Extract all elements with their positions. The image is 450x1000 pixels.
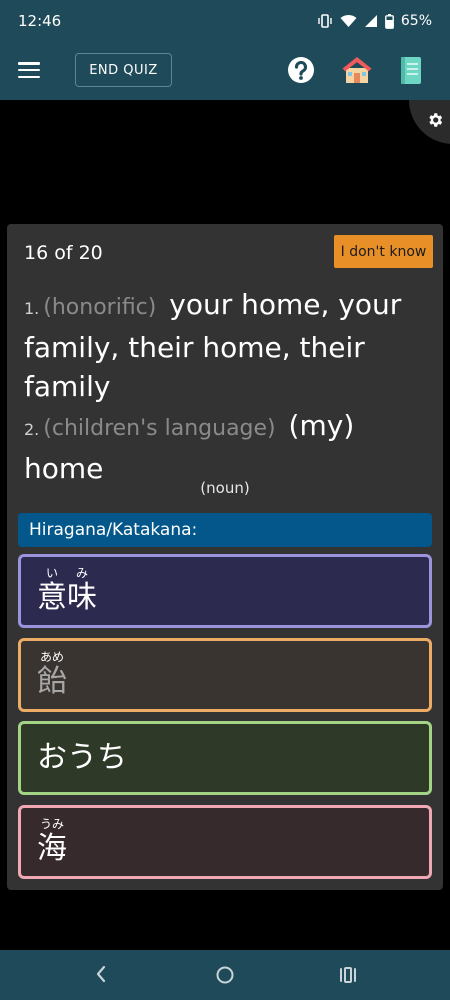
- definition-number: 1.: [24, 299, 40, 318]
- part-of-speech: (noun): [200, 479, 250, 497]
- status-bar: 12:46 65%: [0, 0, 450, 42]
- menu-icon[interactable]: [18, 62, 40, 78]
- wifi-icon: [340, 14, 357, 28]
- answer-option-1[interactable]: い意 み味: [18, 554, 432, 628]
- kanji: 味: [67, 580, 97, 615]
- home-circle-icon[interactable]: [215, 965, 235, 989]
- system-nav-bar: [0, 950, 450, 1000]
- definition-note: (children's language): [43, 416, 276, 441]
- answer-word: おうち: [37, 740, 127, 775]
- kanji: 海: [37, 831, 67, 866]
- question-counter: 16 of 20: [24, 242, 103, 264]
- furigana: み: [75, 566, 88, 580]
- home-icon[interactable]: [340, 55, 374, 89]
- definitions: 1. (honorific) your home, your family, th…: [24, 285, 429, 488]
- end-quiz-button[interactable]: END QUIZ: [75, 53, 172, 87]
- app-bar: END QUIZ: [0, 42, 450, 100]
- furigana: い: [45, 566, 58, 580]
- notebook-icon[interactable]: [401, 57, 421, 88]
- gear-icon: [429, 113, 443, 127]
- answer-option-4[interactable]: うみ海: [18, 805, 432, 879]
- help-icon[interactable]: [287, 56, 315, 88]
- battery-icon: [384, 13, 394, 29]
- status-icons: 65%: [317, 13, 432, 29]
- signal-icon: [364, 14, 378, 28]
- kanji: 意: [37, 580, 67, 615]
- settings-button[interactable]: [409, 100, 450, 144]
- answer-word: うみ海: [37, 817, 67, 867]
- answer-option-3[interactable]: おうち: [18, 721, 432, 795]
- back-icon[interactable]: [94, 964, 108, 988]
- kanji: 飴: [37, 664, 67, 699]
- question-prompt: Hiragana/Katakana:: [18, 513, 432, 547]
- answer-option-2[interactable]: あめ飴: [18, 638, 432, 712]
- definition-1: 1. (honorific) your home, your family, th…: [24, 285, 429, 406]
- definition-note: (honorific): [43, 295, 157, 320]
- furigana: うみ: [39, 817, 64, 831]
- definition-number: 2.: [24, 420, 40, 439]
- dont-know-button[interactable]: I don't know: [334, 235, 433, 268]
- furigana: あめ: [39, 650, 64, 664]
- definition-2: 2. (children's language) (my) home: [24, 406, 429, 488]
- answer-word: あめ飴: [37, 650, 67, 700]
- vibrate-icon: [317, 14, 333, 28]
- status-time: 12:46: [18, 12, 62, 30]
- recents-icon[interactable]: [338, 966, 358, 988]
- answer-word: い意 み味: [37, 566, 97, 616]
- battery-percent: 65%: [400, 13, 432, 29]
- quiz-card: 16 of 20 I don't know 1. (honorific) your…: [7, 224, 443, 890]
